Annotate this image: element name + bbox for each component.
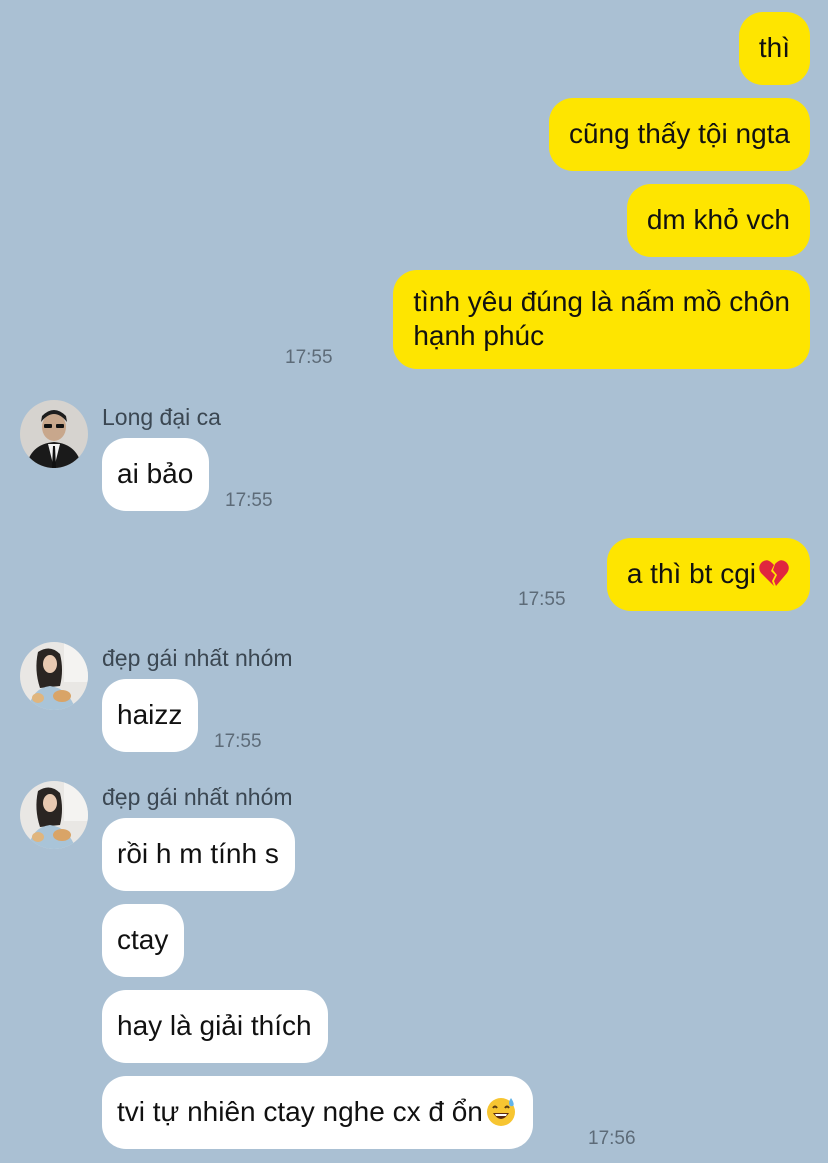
sweat-smile-icon [485,1095,517,1127]
avatar-dep-gai-nhat-nhom[interactable] [20,642,88,710]
message-timestamp: 17:56 [588,1128,636,1149]
message-text: rồi h m tính s [117,838,279,869]
message-text: tình yêu đúng là nấm mồ chôn [413,286,790,317]
outgoing-message-bubble[interactable]: a thì bt cgi [606,538,810,611]
outgoing-message-bubble[interactable]: cũng thấy tội ngta [548,98,810,171]
message-text: a thì bt cgi [626,558,756,589]
broken-heart-icon [758,557,790,589]
incoming-message-bubble[interactable]: tvi tự nhiên ctay nghe cx đ ổn [102,1076,533,1149]
message-text: haizz [117,699,183,730]
message-text: thì [758,32,790,63]
message-timestamp: 17:55 [214,731,262,752]
avatar-long-dai-ca[interactable] [20,400,88,468]
message-text-line-2: hạnh phúc [413,320,545,351]
sender-name: đẹp gái nhất nhóm [102,645,293,671]
outgoing-message-bubble[interactable]: dm khỏ vch [626,184,810,257]
message-text: dm khỏ vch [646,204,790,235]
incoming-message-bubble[interactable]: ctay [102,904,185,977]
incoming-message-bubble[interactable]: hay là giải thích [102,990,328,1063]
message-timestamp: 17:55 [285,347,333,368]
avatar-dep-gai-nhat-nhom[interactable] [20,781,88,849]
message-text: ctay [117,924,169,955]
sender-name: Long đại ca [102,404,221,430]
outgoing-message-bubble[interactable]: thì [738,12,810,85]
message-timestamp: 17:55 [225,490,273,511]
incoming-message-bubble[interactable]: ai bảo [102,438,210,511]
message-text: hay là giải thích [117,1010,312,1041]
incoming-message-bubble[interactable]: rồi h m tính s [102,818,295,891]
sender-name: đẹp gái nhất nhóm [102,784,293,810]
incoming-message-bubble[interactable]: haizz [102,679,199,752]
outgoing-message-bubble[interactable]: tình yêu đúng là nấm mồ chôn hạnh phúc [393,270,810,369]
message-text: cũng thấy tội ngta [568,118,790,149]
message-text: tvi tự nhiên ctay nghe cx đ ổn [117,1096,483,1127]
message-timestamp: 17:55 [518,589,566,610]
message-text: ai bảo [117,458,194,489]
